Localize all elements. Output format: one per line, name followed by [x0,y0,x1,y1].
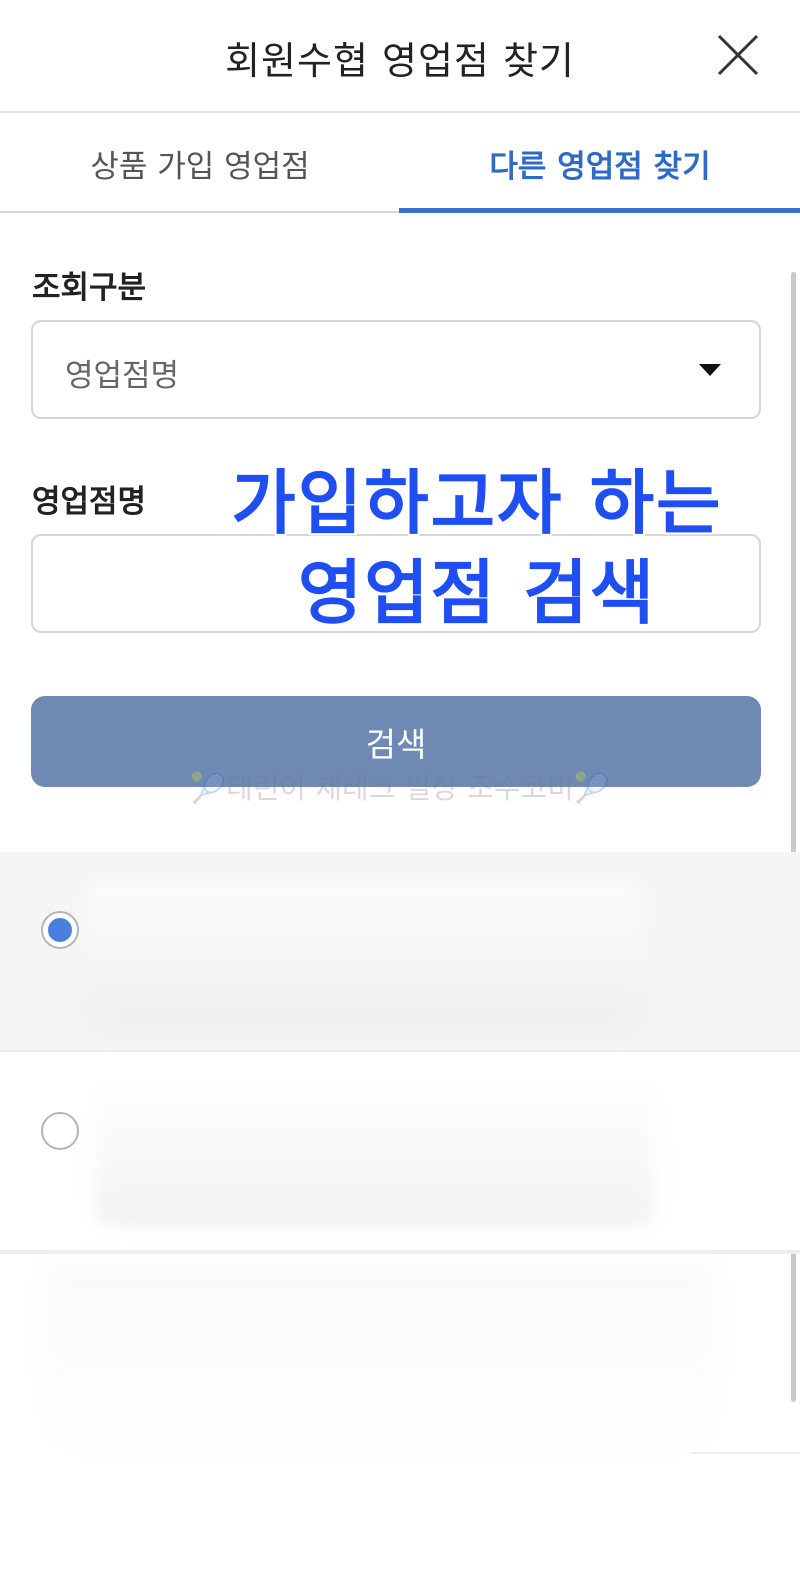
category-select-value: 영업점명 [65,358,180,394]
caret-down-icon [699,364,721,376]
search-button[interactable]: 검색 [31,696,761,787]
branch-name-input[interactable] [31,534,761,633]
category-select[interactable]: 영업점명 [31,320,761,419]
category-label: 조회구분 [32,270,147,306]
tab-product-branch[interactable]: 상품 가입 영업점 [0,113,400,213]
result-radio-selected[interactable] [41,911,79,949]
branch-name-label: 영업점명 [32,484,147,520]
tab-other-branch[interactable]: 다른 영업점 찾기 [400,113,800,213]
branch-finder-page: 회원수협 영업점 찾기 상품 가입 영업점 다른 영업점 찾기 조회구분 영업점… [0,0,800,1572]
result-row[interactable] [0,852,800,1052]
close-button[interactable] [716,33,760,77]
row-divider [0,1252,800,1254]
close-icon [717,34,759,76]
header: 회원수협 영업점 찾기 [0,0,800,113]
result-radio[interactable] [41,1112,79,1150]
row-divider [690,1452,800,1454]
active-tab-indicator [399,208,800,213]
blurred-content [40,1262,720,1462]
blurred-content [85,882,645,1032]
tab-bar: 상품 가입 영업점 다른 영업점 찾기 [0,113,800,213]
blurred-content [95,1077,655,1227]
result-row[interactable] [0,1052,800,1252]
page-title: 회원수협 영업점 찾기 [225,39,575,83]
